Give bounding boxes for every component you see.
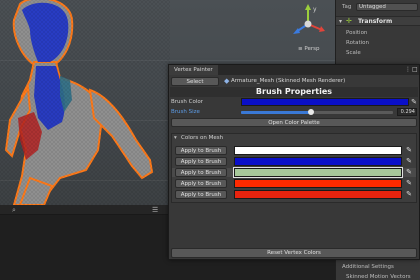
eyedropper-icon[interactable]: ✎ (405, 179, 413, 187)
mesh-icon: ◆ (224, 77, 230, 85)
mesh-color-swatch[interactable] (233, 167, 403, 178)
color-row: Apply to Brush ✎ (172, 146, 416, 155)
apply-to-brush-button[interactable]: Apply to Brush (175, 157, 227, 166)
chevron-down-icon: ▾ (339, 18, 343, 25)
mesh-color-swatch[interactable] (234, 179, 402, 188)
apply-to-brush-button[interactable]: Apply to Brush (175, 190, 227, 199)
brush-properties-header: Brush Properties (170, 87, 418, 97)
reset-vertex-colors-button[interactable]: Reset Vertex Colors (171, 248, 417, 258)
mesh-color-swatch[interactable] (234, 157, 402, 166)
color-row: Apply to Brush ✎ (172, 179, 416, 188)
brush-color-label: Brush Color (171, 99, 203, 105)
transform-title: Transform (358, 18, 393, 25)
apply-to-brush-button[interactable]: Apply to Brush (175, 168, 227, 177)
colors-on-mesh-section: ▾ Colors on Mesh Apply to Brush ✎ Apply to… (171, 133, 417, 203)
tag-dropdown[interactable]: Untagged (356, 3, 418, 11)
chevron-down-icon[interactable]: ▾ (174, 135, 177, 141)
brush-size-slider[interactable] (241, 109, 393, 115)
search-icon[interactable]: ⌕ (12, 206, 16, 215)
brush-size-value[interactable]: 0.294 (397, 108, 417, 116)
character-model[interactable] (0, 0, 170, 205)
brush-size-label: Brush Size (171, 109, 200, 115)
scale-row[interactable]: Scale (336, 48, 420, 58)
window-tab-bar: Vertex Painter ⋮ □ (169, 65, 419, 75)
rotation-row[interactable]: Rotation (336, 38, 420, 48)
brush-size-thumb[interactable] (307, 109, 314, 115)
scale-label: Scale (346, 50, 361, 56)
tag-label: Tag (342, 4, 352, 10)
eyedropper-icon[interactable]: ✎ (410, 98, 418, 106)
mesh-color-swatch[interactable] (234, 190, 402, 199)
brush-color-field[interactable] (241, 98, 409, 106)
color-row: Apply to Brush ✎ (172, 190, 416, 199)
brush-size-fill (241, 111, 311, 114)
open-color-palette-button[interactable]: Open Color Palette (171, 118, 417, 127)
eyedropper-icon[interactable]: ✎ (405, 146, 413, 154)
apply-to-brush-button[interactable]: Apply to Brush (175, 179, 227, 188)
tab-vertex-painter[interactable]: Vertex Painter (169, 65, 218, 75)
position-row[interactable]: Position (336, 28, 420, 38)
orientation-gizmo[interactable]: y (288, 2, 328, 48)
skinned-motion-row[interactable]: Skinned Motion Vectors (336, 272, 420, 280)
mesh-color-swatch[interactable] (234, 146, 402, 155)
transform-header[interactable]: ▾ ✛ Transform (336, 16, 420, 26)
eyedropper-icon[interactable]: ✎ (405, 168, 413, 176)
color-row: Apply to Brush ✎ (172, 167, 416, 178)
tag-row: Tag Untagged (336, 2, 420, 12)
gizmo-y-label: y (313, 6, 317, 13)
more-options-icon[interactable]: ⋮ (405, 65, 411, 75)
maximize-icon[interactable]: □ (412, 65, 418, 75)
additional-settings-row[interactable]: Additional Settings (336, 262, 420, 272)
colors-on-mesh-title: Colors on Mesh (181, 135, 224, 141)
color-row: Apply to Brush ✎ (172, 157, 416, 166)
skinned-motion-label: Skinned Motion Vectors (346, 274, 411, 280)
filter-icon[interactable]: ☰ (152, 206, 158, 214)
transform-icon: ✛ (346, 17, 352, 25)
select-button[interactable]: Select (171, 77, 219, 86)
persp-label[interactable]: ≡ Persp (298, 46, 319, 52)
apply-to-brush-button[interactable]: Apply to Brush (175, 146, 227, 155)
eyedropper-icon[interactable]: ✎ (405, 157, 413, 165)
position-label: Position (346, 30, 368, 36)
mesh-name: Armature_Mesh (Skinned Mesh Renderer) (231, 78, 346, 84)
eyedropper-icon[interactable]: ✎ (405, 190, 413, 198)
additional-settings-label: Additional Settings (342, 264, 394, 270)
rotation-label: Rotation (346, 40, 370, 46)
vertex-painter-window: Vertex Painter ⋮ □ Select ◆ Armature_Mes… (168, 64, 420, 260)
